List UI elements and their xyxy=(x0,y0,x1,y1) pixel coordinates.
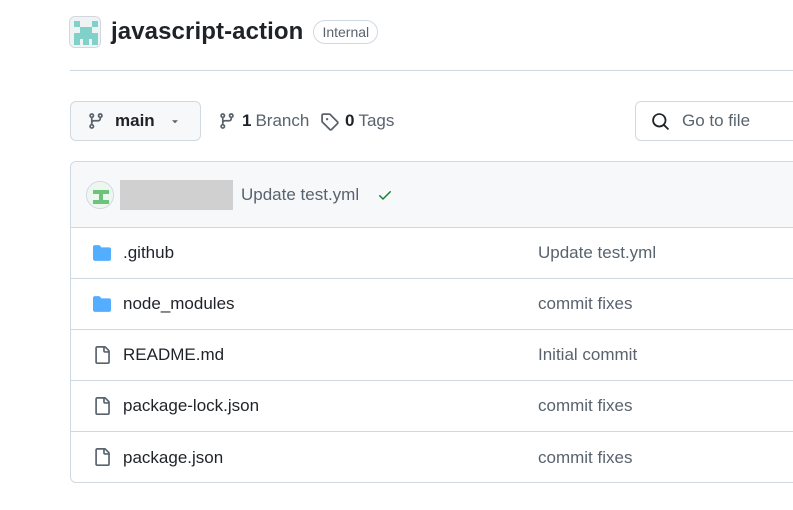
file-icon xyxy=(91,396,113,416)
file-name-link[interactable]: package-lock.json xyxy=(123,396,259,416)
file-name-link[interactable]: node_modules xyxy=(123,294,235,314)
repo-avatar-icon[interactable] xyxy=(69,16,101,48)
folder-icon xyxy=(91,294,113,314)
tag-icon xyxy=(320,112,339,131)
file-commit-message[interactable]: Initial commit xyxy=(538,345,637,365)
file-name-link[interactable]: .github xyxy=(123,243,174,263)
repo-header: javascript-action Internal xyxy=(69,14,379,50)
commit-author-redacted[interactable] xyxy=(120,179,233,210)
tag-count: 0 xyxy=(345,111,355,130)
file-row[interactable]: package.json commit fixes xyxy=(71,432,793,482)
file-row[interactable]: README.md Initial commit xyxy=(71,330,793,381)
file-commit-message[interactable]: commit fixes xyxy=(538,294,632,314)
file-icon xyxy=(91,447,113,467)
file-name-link[interactable]: package.json xyxy=(123,448,223,468)
author-avatar-icon[interactable] xyxy=(86,180,114,209)
file-row[interactable]: package-lock.json commit fixes xyxy=(71,381,793,432)
branch-label: Branch xyxy=(255,111,310,130)
folder-icon xyxy=(91,243,113,263)
branch-icon xyxy=(87,112,105,130)
file-commit-message[interactable]: Update test.yml xyxy=(538,243,656,263)
branch-icon xyxy=(218,112,236,130)
triangle-down-icon xyxy=(169,115,181,127)
repo-name-link[interactable]: javascript-action xyxy=(111,18,303,46)
file-row[interactable]: node_modules commit fixes xyxy=(71,279,793,330)
tag-label: Tags xyxy=(358,111,395,130)
file-icon xyxy=(91,345,113,365)
tags-link[interactable]: 0 Tags xyxy=(320,110,394,132)
file-browser: Update test.yml .github Update test.yml … xyxy=(70,161,793,483)
header-divider xyxy=(70,70,793,71)
latest-commit-message[interactable]: Update test.yml xyxy=(241,185,359,205)
file-commit-message[interactable]: commit fixes xyxy=(538,448,632,468)
go-to-file-placeholder: Go to file xyxy=(682,111,751,130)
branch-name: main xyxy=(115,111,155,130)
search-icon xyxy=(651,112,670,131)
go-to-file-input[interactable]: Go to file xyxy=(635,101,793,141)
file-name-link[interactable]: README.md xyxy=(123,345,224,365)
latest-commit-bar: Update test.yml xyxy=(71,162,793,228)
file-row[interactable]: .github Update test.yml xyxy=(71,228,793,279)
file-commit-message[interactable]: commit fixes xyxy=(538,396,632,416)
check-icon[interactable] xyxy=(377,187,393,203)
branch-count: 1 xyxy=(242,111,252,130)
branch-select-button[interactable]: main xyxy=(70,101,201,141)
branches-link[interactable]: 1 Branch xyxy=(218,110,309,132)
visibility-badge: Internal xyxy=(313,20,379,44)
